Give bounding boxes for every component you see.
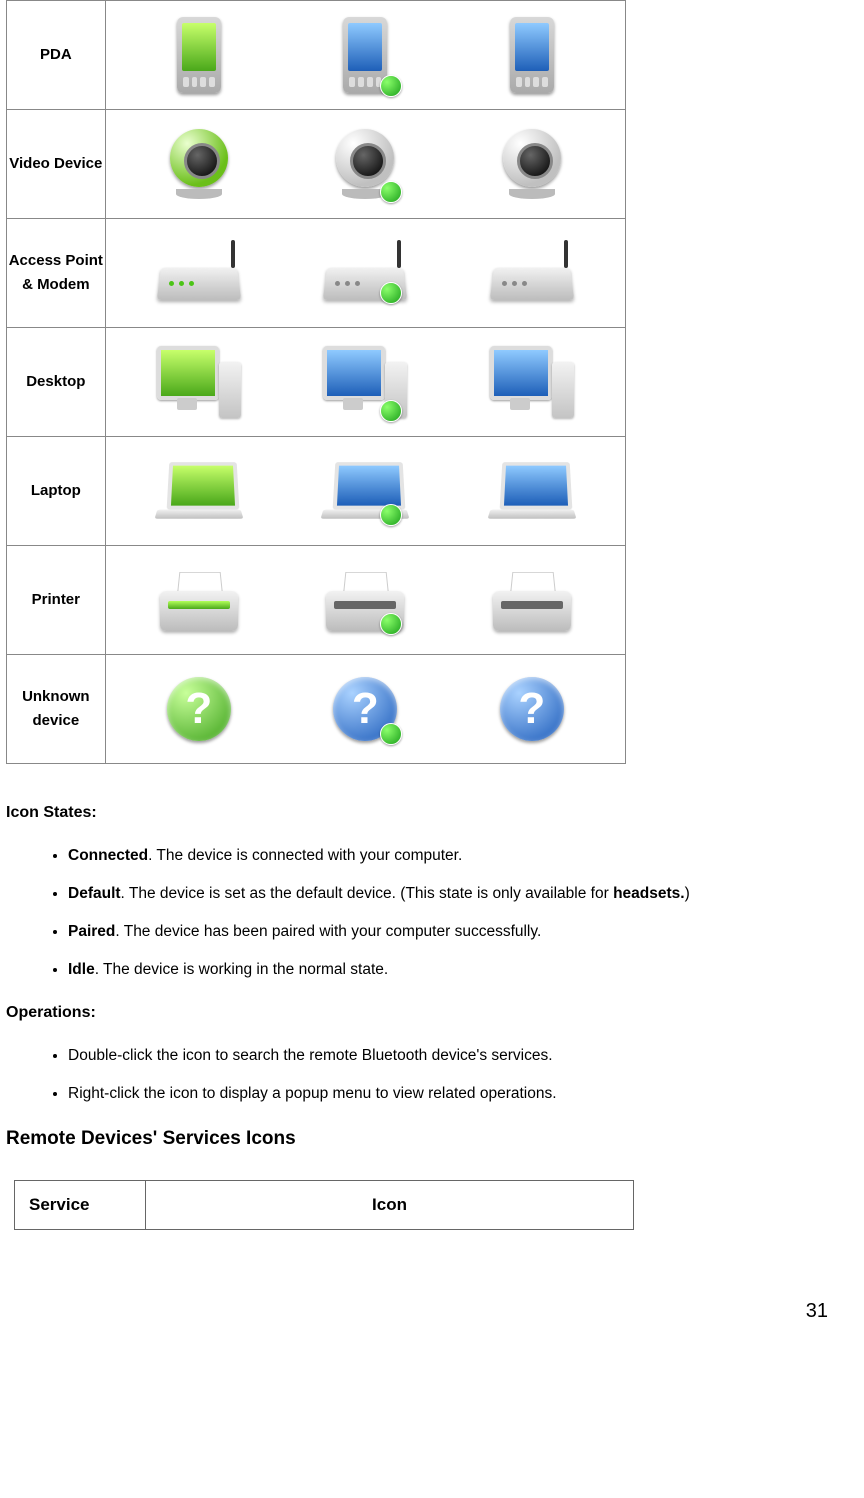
state-term: headsets. bbox=[613, 885, 685, 902]
row-icons-laptop bbox=[105, 437, 625, 546]
state-term: Paired bbox=[68, 923, 115, 940]
row-label-unknown: Unknown device bbox=[7, 655, 106, 764]
icon-states-list: Connected. The device is connected with … bbox=[6, 844, 832, 982]
unknown-device-icon: ? bbox=[320, 677, 410, 741]
row-label-pda: PDA bbox=[7, 1, 106, 110]
page-content: PDA Video Device bbox=[0, 0, 864, 1337]
row-label-ap: Access Point & Modem bbox=[7, 219, 106, 328]
printer-icon bbox=[487, 569, 577, 631]
row-label-desktop: Desktop bbox=[7, 328, 106, 437]
list-item: Right-click the icon to display a popup … bbox=[68, 1082, 832, 1106]
state-term: Default bbox=[68, 885, 121, 902]
laptop-icon bbox=[320, 460, 410, 522]
row-icons-printer bbox=[105, 546, 625, 655]
list-item: Idle. The device is working in the norma… bbox=[68, 958, 832, 982]
row-icons-unknown: ? ? ? bbox=[105, 655, 625, 764]
list-item: Default. The device is set as the defaul… bbox=[68, 882, 832, 906]
row-icons-ap bbox=[105, 219, 625, 328]
row-icons-pda bbox=[105, 1, 625, 110]
unknown-device-icon: ? bbox=[487, 677, 577, 741]
state-desc: . The device is working in the normal st… bbox=[95, 961, 389, 978]
laptop-icon bbox=[487, 460, 577, 522]
desktop-icon bbox=[320, 346, 410, 418]
pda-icon bbox=[320, 17, 410, 93]
webcam-icon bbox=[320, 129, 410, 199]
state-desc: ) bbox=[685, 885, 690, 902]
services-icons-heading: Remote Devices' Services Icons bbox=[6, 1128, 832, 1150]
icon-col-header: Icon bbox=[146, 1181, 634, 1230]
connected-badge-icon bbox=[380, 400, 402, 422]
connected-badge-icon bbox=[380, 723, 402, 745]
row-label-laptop: Laptop bbox=[7, 437, 106, 546]
desktop-icon bbox=[154, 346, 244, 418]
row-icons-desktop bbox=[105, 328, 625, 437]
connected-badge-icon bbox=[380, 282, 402, 304]
laptop-icon bbox=[154, 460, 244, 522]
access-point-icon bbox=[487, 246, 577, 300]
list-item: Paired. The device has been paired with … bbox=[68, 920, 832, 944]
access-point-icon bbox=[320, 246, 410, 300]
access-point-icon bbox=[154, 246, 244, 300]
connected-badge-icon bbox=[380, 613, 402, 635]
operations-heading: Operations: bbox=[6, 1004, 832, 1022]
connected-badge-icon bbox=[380, 504, 402, 526]
device-icon-table: PDA Video Device bbox=[6, 0, 626, 764]
state-term: Idle bbox=[68, 961, 95, 978]
connected-badge-icon bbox=[380, 181, 402, 203]
row-icons-video bbox=[105, 110, 625, 219]
pda-icon bbox=[154, 17, 244, 93]
unknown-device-icon: ? bbox=[154, 677, 244, 741]
page-number: 31 bbox=[6, 1230, 832, 1337]
printer-icon bbox=[154, 569, 244, 631]
row-label-printer: Printer bbox=[7, 546, 106, 655]
row-label-video: Video Device bbox=[7, 110, 106, 219]
pda-icon bbox=[487, 17, 577, 93]
state-desc: . The device is connected with your comp… bbox=[148, 847, 462, 864]
state-desc: . The device has been paired with your c… bbox=[115, 923, 541, 940]
desktop-icon bbox=[487, 346, 577, 418]
state-term: Connected bbox=[68, 847, 148, 864]
webcam-icon bbox=[154, 129, 244, 199]
service-table: Service Icon bbox=[14, 1180, 634, 1230]
state-desc: . The device is set as the default devic… bbox=[121, 885, 614, 902]
webcam-icon bbox=[487, 129, 577, 199]
operations-list: Double-click the icon to search the remo… bbox=[6, 1044, 832, 1106]
icon-states-heading: Icon States: bbox=[6, 804, 832, 822]
service-col-header: Service bbox=[15, 1181, 146, 1230]
connected-badge-icon bbox=[380, 75, 402, 97]
list-item: Connected. The device is connected with … bbox=[68, 844, 832, 868]
list-item: Double-click the icon to search the remo… bbox=[68, 1044, 832, 1068]
printer-icon bbox=[320, 569, 410, 631]
